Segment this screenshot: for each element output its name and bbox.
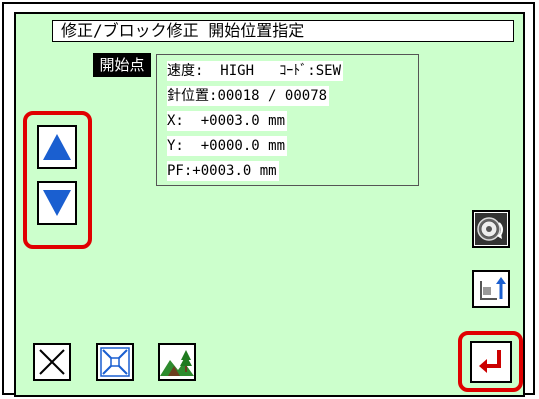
sewing-info-panel: 速度: HIGH ｺｰﾄﾞ:SEW 針位置:00018 / 00078 X: +… [156,54,419,186]
y-value: +0000.0 [200,138,260,154]
frame-origin-button[interactable] [472,270,510,308]
page-title: 修正/ブロック修正 開始位置指定 [52,20,514,42]
speed-code-row: 速度: HIGH ｺｰﾄﾞ:SEW [167,61,344,81]
pf-unit: mm [259,163,277,179]
handwheel-button[interactable] [472,210,510,248]
needle-step-highlight [23,111,92,249]
landscape-view-icon [160,346,194,378]
y-unit: mm [268,138,286,154]
handwheel-rotate-icon [475,213,507,245]
code-value: SEW [315,63,342,79]
step-up-button[interactable] [37,125,77,169]
arrow-down-icon [43,190,71,216]
code-label: ｺｰﾄﾞ: [279,63,316,79]
x-label: X: [167,113,184,129]
y-label: Y: [167,138,184,154]
frame-origin-icon [477,275,506,303]
pf-value-row: PF:+0003.0 mm [167,161,279,181]
pf-value: +0003.0 [192,163,252,179]
start-point-label: 開始点 [93,53,151,77]
needle-separator: / [268,88,277,104]
speed-value: HIGH [220,63,255,79]
enter-return-icon [479,350,501,373]
x-value: +0003.0 [200,113,260,129]
x-unit: mm [268,113,286,129]
cancel-button[interactable] [33,343,71,381]
needle-total: 00078 [284,88,328,104]
needle-position-row: 針位置:00018 / 00078 [167,86,330,106]
cancel-x-icon [39,349,65,375]
fit-to-center-icon [100,347,130,377]
enter-highlight [458,331,523,392]
needle-current: 00018 [217,88,260,104]
fit-to-center-button[interactable] [96,343,134,381]
y-coordinate-row: Y: +0000.0 mm [167,136,288,156]
arrow-up-icon [43,134,71,160]
speed-label: 速度: [167,63,204,79]
pf-label: PF: [167,163,193,179]
step-down-button[interactable] [37,181,77,225]
bottom-divider [14,395,525,397]
x-coordinate-row: X: +0003.0 mm [167,111,288,131]
enter-button[interactable] [470,341,512,383]
landscape-view-button[interactable] [158,343,196,381]
needle-label: 針位置: [167,88,218,104]
